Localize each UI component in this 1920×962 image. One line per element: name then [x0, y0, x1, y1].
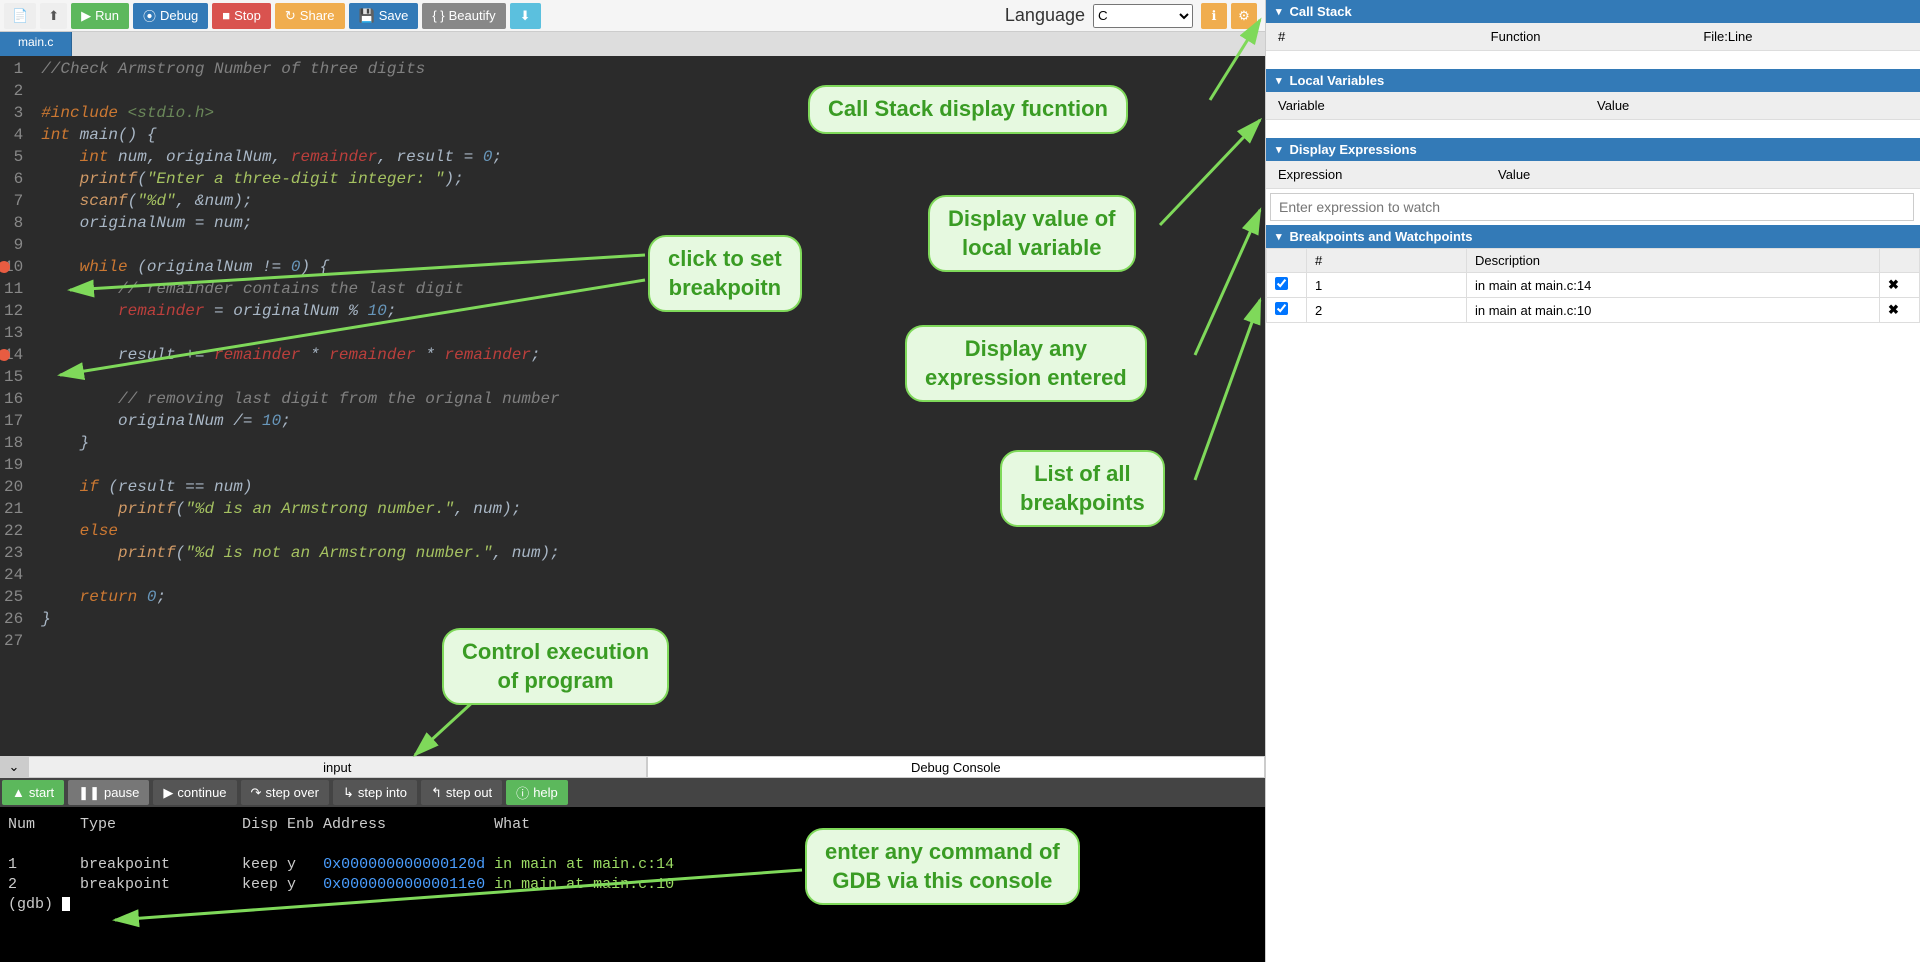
gear-icon[interactable]: ⚙ — [1231, 3, 1257, 29]
breakpoint-dot[interactable] — [0, 349, 10, 361]
delete-breakpoint-icon[interactable]: ✖ — [1888, 302, 1899, 317]
line-gutter[interactable]: 1234567891011121314151617181920212223242… — [0, 56, 33, 756]
beautify-button[interactable]: { } Beautify — [422, 3, 505, 29]
download-button[interactable]: ⬇ — [510, 3, 541, 29]
call-stack-columns: # Function File:Line — [1266, 23, 1920, 51]
breakpoint-row: 1in main at main.c:14✖ — [1267, 273, 1920, 298]
breakpoint-checkbox[interactable] — [1275, 277, 1288, 290]
expressions-columns: Expression Value — [1266, 161, 1920, 189]
breakpoint-dot[interactable] — [0, 261, 10, 273]
pause-button[interactable]: ❚❚ pause — [68, 780, 149, 805]
step-into-button[interactable]: ↳ step into — [333, 780, 417, 805]
info-icon[interactable]: ℹ — [1201, 3, 1227, 29]
run-button[interactable]: ▶ Run — [71, 3, 129, 29]
annotation-control: Control execution of program — [442, 628, 669, 705]
watch-expression-input[interactable] — [1270, 193, 1914, 221]
annotation-locals: Display value of local variable — [928, 195, 1136, 272]
debug-button[interactable]: ⦿ Debug — [133, 3, 208, 29]
debug-sidebar: ▾Call Stack # Function File:Line ▾Local … — [1265, 0, 1920, 962]
step-out-button[interactable]: ↰ step out — [421, 780, 502, 805]
continue-button[interactable]: ▶ continue — [153, 780, 236, 805]
chevron-down-icon: ▾ — [1276, 5, 1282, 18]
expressions-header[interactable]: ▾Display Expressions — [1266, 138, 1920, 161]
help-button[interactable]: ⓘ help — [506, 780, 568, 805]
upload-button[interactable]: ⬆ — [40, 3, 67, 29]
input-tab[interactable]: input — [28, 756, 647, 778]
chevron-down-icon: ▾ — [1276, 74, 1282, 87]
console-tabs: ⌄ input Debug Console — [0, 756, 1265, 778]
delete-breakpoint-icon[interactable]: ✖ — [1888, 277, 1899, 292]
locals-header[interactable]: ▾Local Variables — [1266, 69, 1920, 92]
breakpoint-checkbox[interactable] — [1275, 302, 1288, 315]
console-toggle-icon[interactable]: ⌄ — [0, 756, 28, 778]
debug-controls: ▲ start ❚❚ pause ▶ continue ↷ step over … — [0, 778, 1265, 807]
annotation-gdb: enter any command of GDB via this consol… — [805, 828, 1080, 905]
share-button[interactable]: ↻ Share — [275, 3, 345, 29]
debug-console-tab[interactable]: Debug Console — [647, 756, 1266, 778]
breakpoints-table: # Description 1in main at main.c:14✖2in … — [1266, 248, 1920, 323]
file-tabs: main.c — [0, 32, 1265, 56]
language-select[interactable]: C — [1093, 4, 1193, 28]
annotation-click-breakpoint: click to set breakpoitn — [648, 235, 802, 312]
annotation-expressions: Display any expression entered — [905, 325, 1147, 402]
call-stack-header[interactable]: ▾Call Stack — [1266, 0, 1920, 23]
annotation-callstack: Call Stack display fucntion — [808, 85, 1128, 134]
stop-button[interactable]: ■ Stop — [212, 3, 271, 29]
step-over-button[interactable]: ↷ step over — [241, 780, 329, 805]
breakpoints-header[interactable]: ▾Breakpoints and Watchpoints — [1266, 225, 1920, 248]
chevron-down-icon: ▾ — [1276, 143, 1282, 156]
file-tab[interactable]: main.c — [0, 32, 72, 56]
new-file-button[interactable]: 📄 — [4, 3, 36, 29]
save-button[interactable]: 💾 Save — [349, 3, 419, 29]
locals-columns: Variable Value — [1266, 92, 1920, 120]
annotation-breakpoints: List of all breakpoints — [1000, 450, 1165, 527]
toolbar: 📄 ⬆ ▶ Run ⦿ Debug ■ Stop ↻ Share 💾 Save … — [0, 0, 1265, 32]
language-label: Language — [1005, 5, 1085, 26]
breakpoint-row: 2in main at main.c:10✖ — [1267, 298, 1920, 323]
chevron-down-icon: ▾ — [1276, 230, 1282, 243]
start-button[interactable]: ▲ start — [2, 780, 64, 805]
